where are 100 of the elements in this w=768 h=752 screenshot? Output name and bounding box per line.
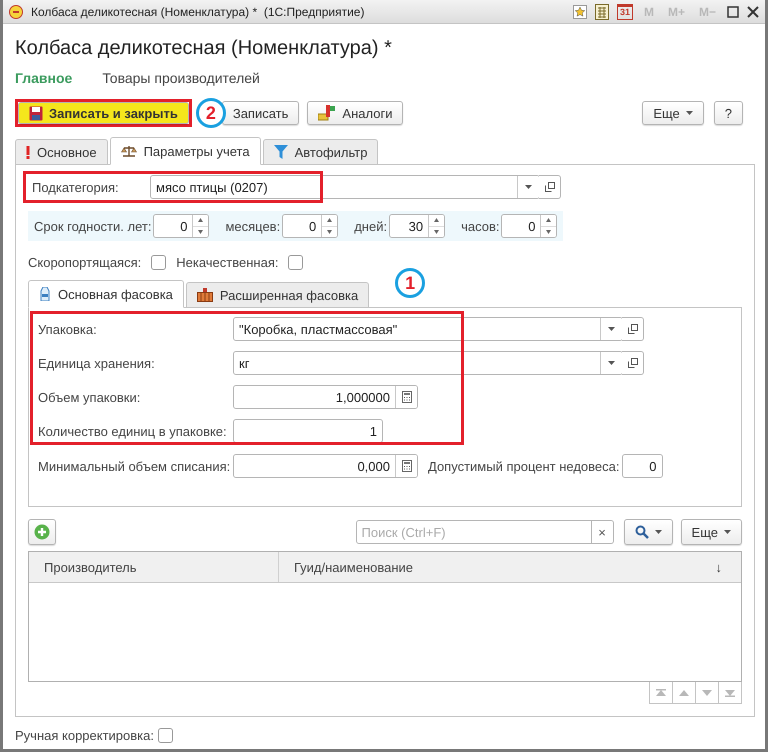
dropdown-icon <box>608 327 615 331</box>
spin-up-button[interactable] <box>541 215 556 226</box>
search-button[interactable] <box>624 519 673 545</box>
tab[interactable]: Основное <box>15 139 108 165</box>
dropdown-button[interactable] <box>600 352 622 374</box>
analogs-button[interactable]: Аналоги <box>307 101 404 125</box>
search-icon <box>634 525 649 539</box>
field-label: Подкатегория: <box>31 180 120 194</box>
select-field[interactable]: кг <box>233 351 623 375</box>
carton-icon <box>39 287 51 301</box>
more-menu-button[interactable]: Еще <box>642 101 704 125</box>
step-marker: 2 <box>196 98 226 128</box>
dropdown-icon <box>724 530 731 534</box>
add-button[interactable] <box>28 519 56 545</box>
number-field[interactable]: 1,000000 <box>233 385 418 409</box>
dropdown-icon <box>525 185 532 189</box>
up-arrow-icon <box>679 688 689 696</box>
down-arrow-icon <box>327 230 332 234</box>
sort-mark: ↓ <box>716 560 722 574</box>
tab[interactable]: Основная фасовка <box>28 280 184 308</box>
number-field[interactable]: 0,000 <box>233 454 418 478</box>
field-label: Единица хранения: <box>38 356 156 370</box>
number-field[interactable]: 0 <box>153 214 210 238</box>
checkbox[interactable] <box>158 728 173 742</box>
calculator-icon <box>402 391 412 403</box>
save-and-close-button[interactable]: Записать и закрыть <box>18 102 189 124</box>
number-field[interactable]: 0 <box>501 214 558 238</box>
field-label: дней: <box>354 218 388 234</box>
clear-button[interactable]: × <box>592 520 614 544</box>
number-field[interactable]: 1 <box>233 419 383 443</box>
calculator-button[interactable] <box>395 455 417 477</box>
number-field[interactable]: 0 <box>282 214 338 238</box>
dropdown-button[interactable] <box>600 318 622 340</box>
down-arrow-icon <box>434 230 440 234</box>
section-link[interactable]: Товары производителей <box>102 70 260 86</box>
calendar-icon[interactable]: 31 <box>616 4 633 20</box>
help-button[interactable]: ? <box>714 101 743 125</box>
form-heading: Колбаса деликотесная (Номенклатура) * <box>15 37 393 60</box>
checkbox-label: Ручная корректировка: <box>15 728 154 742</box>
checkbox[interactable] <box>288 255 304 270</box>
up-arrow-icon <box>546 218 552 222</box>
field-label: Упаковка: <box>38 322 98 336</box>
field-label: Объем упаковки: <box>38 390 142 404</box>
up-arrow-icon <box>656 688 666 696</box>
field-label: Срок годности. лет: <box>34 218 152 234</box>
save-button[interactable]: Записать <box>222 101 300 125</box>
checkbox[interactable] <box>151 255 166 270</box>
funnel-icon <box>274 145 288 159</box>
select-field[interactable]: "Коробка, пластмассовая" <box>233 317 623 341</box>
exclamation-icon <box>26 146 30 158</box>
down-arrow-icon <box>702 688 712 696</box>
down-arrow-icon <box>198 230 204 234</box>
search-field[interactable]: Поиск (Ctrl+F) <box>356 520 592 544</box>
up-arrow-icon <box>434 218 440 222</box>
scales-icon <box>120 144 137 158</box>
crate-icon <box>196 288 213 302</box>
spin-up-button[interactable] <box>429 215 444 226</box>
app-logo-icon <box>9 4 23 18</box>
field-label: месяцев: <box>225 218 280 234</box>
calculator-button[interactable] <box>395 386 417 408</box>
field-label: часов: <box>461 218 500 234</box>
open-icon <box>628 324 638 334</box>
dropdown-button[interactable] <box>517 176 539 198</box>
open-button[interactable] <box>539 175 561 199</box>
dropdown-icon <box>608 361 615 365</box>
field-label: Допустимый процент недовеса: <box>428 458 620 474</box>
star-icon[interactable] <box>572 4 587 18</box>
calculator-icon[interactable] <box>594 4 609 20</box>
dropdown-icon <box>654 530 662 534</box>
checkbox-label: Некачественная: <box>176 255 278 270</box>
analogs-icon <box>318 105 336 121</box>
column-header[interactable]: Гуид/наименование ↓ <box>279 552 741 582</box>
plus-icon <box>34 524 50 540</box>
up-arrow-icon <box>198 218 204 222</box>
down-arrow-icon <box>546 230 552 234</box>
window-title: Колбаса деликотесная (Номенклатура) * (1С:Предприятие) <box>31 4 366 18</box>
field-label: Количество единиц в упаковке: <box>38 424 228 438</box>
open-button[interactable] <box>622 317 644 341</box>
open-button[interactable] <box>622 351 644 375</box>
field-label: Минимальный объем списания: <box>38 458 232 474</box>
calculator-icon <box>402 460 412 472</box>
spin-up-button[interactable] <box>322 215 338 226</box>
up-arrow-icon <box>327 218 332 222</box>
tab[interactable]: Расширенная фасовка <box>186 282 370 308</box>
column-header[interactable]: Производитель <box>29 552 279 582</box>
close-icon[interactable] <box>747 6 759 18</box>
checkbox-label: Скоропортящаяся: <box>28 255 142 270</box>
select-field[interactable]: мясо птицы (0207) <box>150 175 540 199</box>
spin-up-button[interactable] <box>193 215 208 226</box>
open-icon <box>628 358 638 368</box>
number-field[interactable]: 30 <box>389 214 446 238</box>
dropdown-icon <box>686 111 693 115</box>
step-marker: 1 <box>395 268 426 298</box>
tab[interactable]: Параметры учета <box>110 137 261 165</box>
down-arrow-icon <box>725 688 735 696</box>
tab[interactable]: Автофильтр <box>262 139 378 165</box>
open-icon <box>544 182 554 192</box>
number-field[interactable]: 0 <box>622 454 662 478</box>
maximize-icon[interactable] <box>727 6 739 18</box>
more-menu-button[interactable]: Еще <box>680 519 742 545</box>
